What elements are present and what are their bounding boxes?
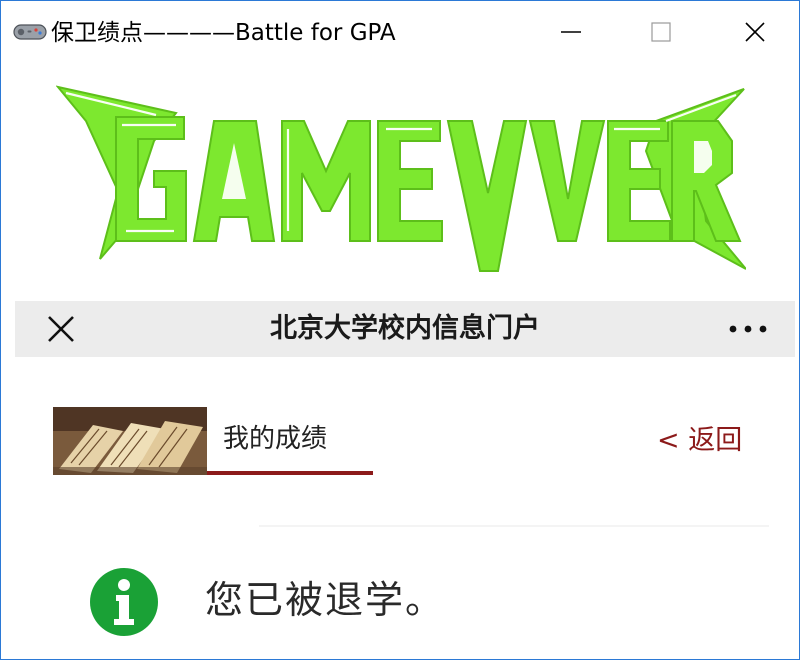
portal-header: 北京大学校内信息门户 bbox=[15, 301, 795, 357]
gamepad-icon bbox=[13, 24, 47, 40]
minimize-icon bbox=[561, 31, 581, 33]
info-icon bbox=[90, 568, 158, 636]
ancient-books-image bbox=[53, 407, 207, 475]
section-underline bbox=[207, 471, 373, 475]
game-over-logo bbox=[56, 85, 746, 272]
title-bar[interactable]: 保卫绩点————Battle for GPA bbox=[1, 1, 799, 65]
portal-title: 北京大学校内信息门户 bbox=[270, 313, 540, 344]
close-icon bbox=[745, 22, 765, 42]
back-link[interactable]: < 返回 bbox=[657, 421, 742, 461]
section-title: 我的成绩 bbox=[223, 424, 328, 454]
dismissal-message: 您已被退学。 bbox=[205, 578, 446, 622]
more-dots-icon[interactable] bbox=[725, 313, 771, 345]
close-button[interactable] bbox=[725, 9, 785, 55]
minimize-button[interactable] bbox=[541, 9, 601, 55]
app-window: 保卫绩点————Battle for GPA 北京大学校内信息门户 我的成绩 <… bbox=[0, 0, 800, 660]
divider bbox=[259, 525, 769, 527]
maximize-icon bbox=[651, 22, 671, 42]
maximize-button[interactable] bbox=[631, 9, 691, 55]
window-title: 保卫绩点————Battle for GPA bbox=[51, 20, 396, 46]
